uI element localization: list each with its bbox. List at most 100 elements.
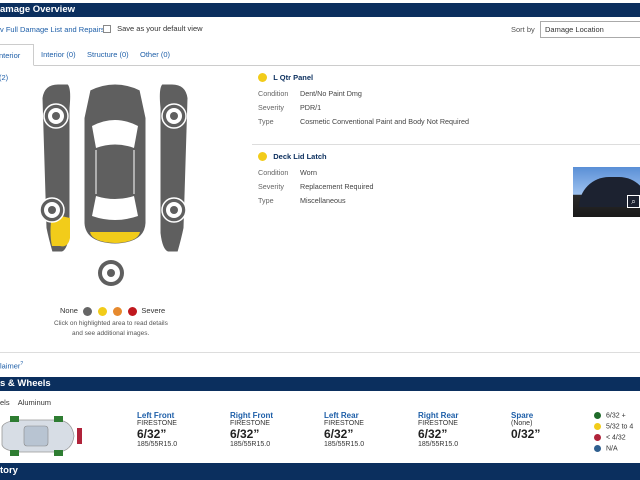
tire-tread: 6/32” bbox=[324, 427, 354, 441]
diagram-hint-1: Click on highlighted area to read detail… bbox=[54, 320, 168, 327]
tire-left-front-marker bbox=[10, 416, 19, 422]
damage-item[interactable]: L Qtr Panel bbox=[258, 73, 313, 83]
section-divider bbox=[0, 352, 640, 353]
default-view-label: Save as your default view bbox=[117, 24, 203, 33]
damage-severity-dot bbox=[258, 73, 267, 83]
wheels-type: els Aluminum bbox=[0, 398, 51, 407]
tire-size: 185/55R15.0 bbox=[230, 441, 271, 448]
tread-legend-dot bbox=[594, 423, 601, 430]
tab-structure[interactable]: Structure (0) bbox=[87, 44, 129, 66]
tire-left-rear: Left Rear FIRESTONE 6/32” 185/55R15.0 bbox=[324, 411, 364, 448]
tire-spare: Spare (None) 0/32” bbox=[511, 411, 540, 441]
tread-legend-item: < 4/32 bbox=[594, 434, 626, 441]
damage-label: Type bbox=[258, 117, 274, 126]
tab-interior[interactable]: Interior (0) bbox=[41, 44, 76, 66]
damage-value: Replacement Required bbox=[300, 182, 374, 191]
tire-right-front: Right Front FIRESTONE 6/32” 185/55R15.0 bbox=[230, 411, 273, 448]
severity-dot-severe bbox=[128, 306, 138, 316]
tire-tread: 6/32” bbox=[137, 427, 167, 441]
tread-legend-item: 6/32 + bbox=[594, 412, 626, 419]
damage-label: Condition bbox=[258, 89, 289, 98]
tire-right-rear-marker bbox=[54, 450, 63, 456]
damage-severity-dot bbox=[258, 152, 267, 162]
tire-tread: 6/32” bbox=[418, 427, 448, 441]
tread-legend-item: N/A bbox=[594, 445, 618, 452]
zoom-icon[interactable]: ⌕ bbox=[627, 195, 640, 208]
full-damage-list-link[interactable]: v Full Damage List and Repairs bbox=[0, 25, 105, 34]
severity-severe-label: Severe bbox=[141, 306, 166, 315]
history-title: tory bbox=[0, 465, 18, 476]
left-rear-wheel bbox=[39, 197, 65, 223]
vehicle-damage-diagram[interactable] bbox=[30, 78, 200, 293]
right-front-wheel bbox=[161, 103, 187, 129]
tire-heading: Right Front bbox=[230, 411, 274, 420]
damage-value: PDR/1 bbox=[300, 103, 322, 112]
damage-overview-title: amage Overview bbox=[0, 4, 75, 15]
tire-diagram bbox=[1, 416, 82, 456]
damage-tabs: nterior (2) Interior (0) Structure (0) O… bbox=[0, 44, 640, 82]
tire-right-front-marker bbox=[54, 416, 63, 422]
damage-label: Severity bbox=[258, 103, 284, 112]
severity-dot-minor bbox=[98, 306, 108, 316]
tire-brand: FIRESTONE bbox=[230, 420, 270, 427]
damage-value: Worn bbox=[300, 168, 318, 177]
tire-brand: FIRESTONE bbox=[137, 420, 177, 427]
damage-photo-thumbnail[interactable]: ⌕ bbox=[573, 167, 640, 217]
sort-label: Sort by bbox=[511, 25, 535, 34]
left-front-wheel bbox=[43, 103, 69, 129]
severity-none-label: None bbox=[60, 306, 78, 315]
tire-heading: Left Front bbox=[137, 411, 175, 420]
damage-overview-header: amage Overview bbox=[0, 3, 640, 17]
car-windshield bbox=[92, 120, 138, 148]
history-header: tory bbox=[0, 463, 640, 480]
severity-dot-moderate bbox=[113, 306, 123, 316]
tires-wheels-header: s & Wheels bbox=[0, 377, 640, 391]
tire-left-rear-marker bbox=[10, 450, 19, 456]
sort-select-value: Damage Location bbox=[545, 25, 604, 34]
tread-legend-item: 5/32 to 4 bbox=[594, 423, 633, 430]
tread-legend-dot bbox=[594, 445, 601, 452]
damage-item[interactable]: Deck Lid Latch bbox=[258, 152, 327, 162]
severity-legend: None Severe bbox=[60, 306, 165, 316]
spare-wheel bbox=[98, 260, 124, 286]
tire-tread: 6/32” bbox=[230, 427, 260, 441]
wheels-label: els bbox=[0, 398, 10, 407]
tire-heading: Right Rear bbox=[418, 411, 459, 420]
car-roof bbox=[96, 150, 134, 194]
damage-value: Cosmetic Conventional Paint and Body Not… bbox=[300, 117, 470, 126]
tires-wheels-title: s & Wheels bbox=[0, 378, 51, 389]
tread-legend-dot bbox=[594, 412, 601, 419]
tire-right-rear: Right Rear FIRESTONE 6/32” 185/55R15.0 bbox=[418, 411, 458, 448]
default-view-option[interactable]: Save as your default view bbox=[103, 24, 203, 34]
spare-tire-marker bbox=[77, 428, 82, 444]
damage-label: Type bbox=[258, 196, 274, 205]
car-rear-window bbox=[92, 196, 138, 220]
tab-other[interactable]: Other (0) bbox=[140, 44, 170, 66]
tire-size: 185/55R15.0 bbox=[324, 441, 365, 448]
damage-title[interactable]: L Qtr Panel bbox=[273, 73, 313, 82]
sort-select[interactable]: Damage Location bbox=[540, 21, 640, 38]
tab-exterior[interactable]: nterior (2) bbox=[0, 44, 34, 82]
right-rear-wheel bbox=[161, 197, 187, 223]
tire-brand: (None) bbox=[511, 420, 533, 427]
severity-dot-none bbox=[83, 306, 93, 316]
damage-label: Severity bbox=[258, 182, 284, 191]
tire-heading: Spare bbox=[511, 411, 534, 420]
damage-value: Dent/No Paint Dmg bbox=[300, 89, 362, 98]
tire-left-front: Left Front FIRESTONE 6/32” 185/55R15.0 bbox=[137, 411, 177, 448]
tire-brand: FIRESTONE bbox=[324, 420, 364, 427]
damage-value: Miscellaneous bbox=[300, 196, 346, 205]
tire-size: 185/55R15.0 bbox=[418, 441, 459, 448]
tire-heading: Left Rear bbox=[324, 411, 359, 420]
default-view-checkbox[interactable] bbox=[103, 25, 111, 34]
disclaimer-link[interactable]: laimer? bbox=[0, 361, 23, 371]
wheels-value: Aluminum bbox=[17, 398, 52, 407]
tire-tread: 0/32” bbox=[511, 427, 541, 441]
tread-legend-dot bbox=[594, 434, 601, 441]
damage-title[interactable]: Deck Lid Latch bbox=[273, 152, 326, 161]
tire-brand: FIRESTONE bbox=[418, 420, 458, 427]
damage-label: Condition bbox=[258, 168, 289, 177]
diagram-hint-2: and see additional images. bbox=[72, 330, 150, 337]
damage-divider bbox=[252, 144, 640, 145]
tire-size: 185/55R15.0 bbox=[137, 441, 178, 448]
